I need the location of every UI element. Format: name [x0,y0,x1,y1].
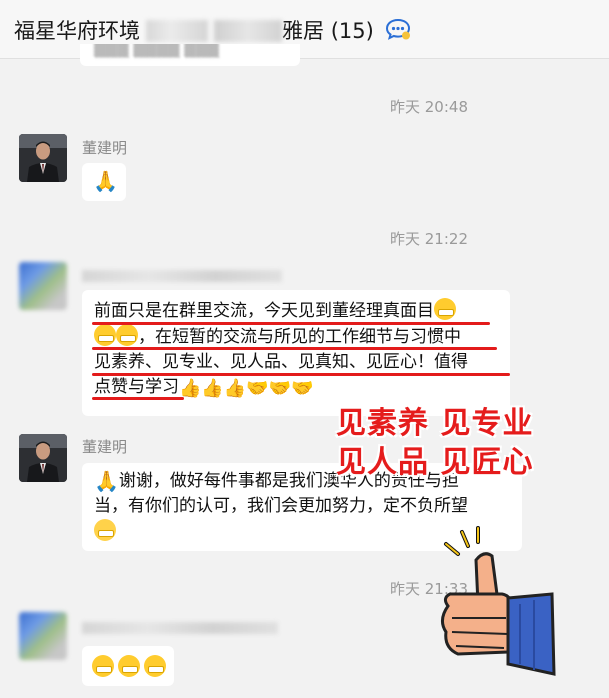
chat-title-start: 福星华府环境 [14,19,140,43]
redacted-sender-name [82,270,282,282]
member-count: (15) [330,19,374,43]
message-line: 前面只是在群里交流，今天见到董经理真面目 [94,298,498,324]
red-underline [92,397,184,400]
handshake-emoji: 🤝 [246,378,269,399]
thumbs-up-emoji: 👍 [223,378,247,399]
grinning-emoji [94,324,116,346]
blessed-emoji [144,655,166,677]
timestamp: 昨天 20:48 [390,98,468,116]
grinning-emoji [116,324,138,346]
overlay-caption: 见素养 见专业 [336,406,534,441]
message-line: 当，有你们的认可，我们会更加努力，定不负所望 [94,494,510,519]
message-bubble[interactable]: 🙏 [82,163,126,201]
blessed-emoji [118,655,140,677]
avatar[interactable] [19,262,67,310]
overlay-caption: 见人品 见匠心 [336,445,534,480]
redacted-title-part [214,20,282,42]
redacted-sender-name [82,622,278,634]
redacted-title-part [146,20,208,42]
sender-name: 董建明 [82,438,128,456]
group-chat-icon[interactable] [385,17,411,41]
message-line: 见素养、见专业、见人品、见真知、见匠心！值得 [94,350,498,375]
chat-title-end: 雅居 [282,19,324,43]
clipped-message-bubble: ▒▒▒ ▒▒▒▒ ▒▒▒ [80,44,300,66]
folded-hands-emoji: 🙏 [93,169,118,193]
chat-title[interactable]: 福星华府环境 雅居 (15) [14,15,374,45]
message-text: 见素养、见专业、见人品、见真知、见匠心！值得 [94,352,468,372]
folded-hands-emoji: 🙏 [94,469,119,493]
avatar[interactable] [19,434,67,482]
red-underline [92,373,510,376]
message-bubble[interactable] [82,646,174,686]
message-text: 点赞与学习 [94,377,179,397]
handshake-emoji: 🤝 [291,378,314,399]
handshake-emoji: 🤝 [268,378,292,399]
smile-emoji [94,519,116,541]
grinning-emoji [434,298,456,320]
blessed-emoji [92,655,114,677]
avatar[interactable] [19,612,67,660]
thumbs-up-sticker-icon [441,526,556,676]
red-underline [92,322,490,325]
avatar[interactable] [19,134,67,182]
message-text: ，在短暂的交流与所见的工作细节与习惯中 [138,327,461,347]
thumbs-up-emoji: 👍 [201,378,224,399]
timestamp: 昨天 21:22 [390,230,468,248]
redacted-text: ▒▒▒ ▒▒▒▒ ▒▒▒ [94,44,219,58]
message-text: 前面只是在群里交流，今天见到董经理真面目 [94,301,434,321]
person-photo-icon [19,434,67,482]
message-text: 当，有你们的认可，我们会更加努力，定不负所望 [94,496,468,516]
sender-name: 董建明 [82,139,128,157]
person-photo-icon [19,134,67,182]
red-underline [92,347,497,350]
